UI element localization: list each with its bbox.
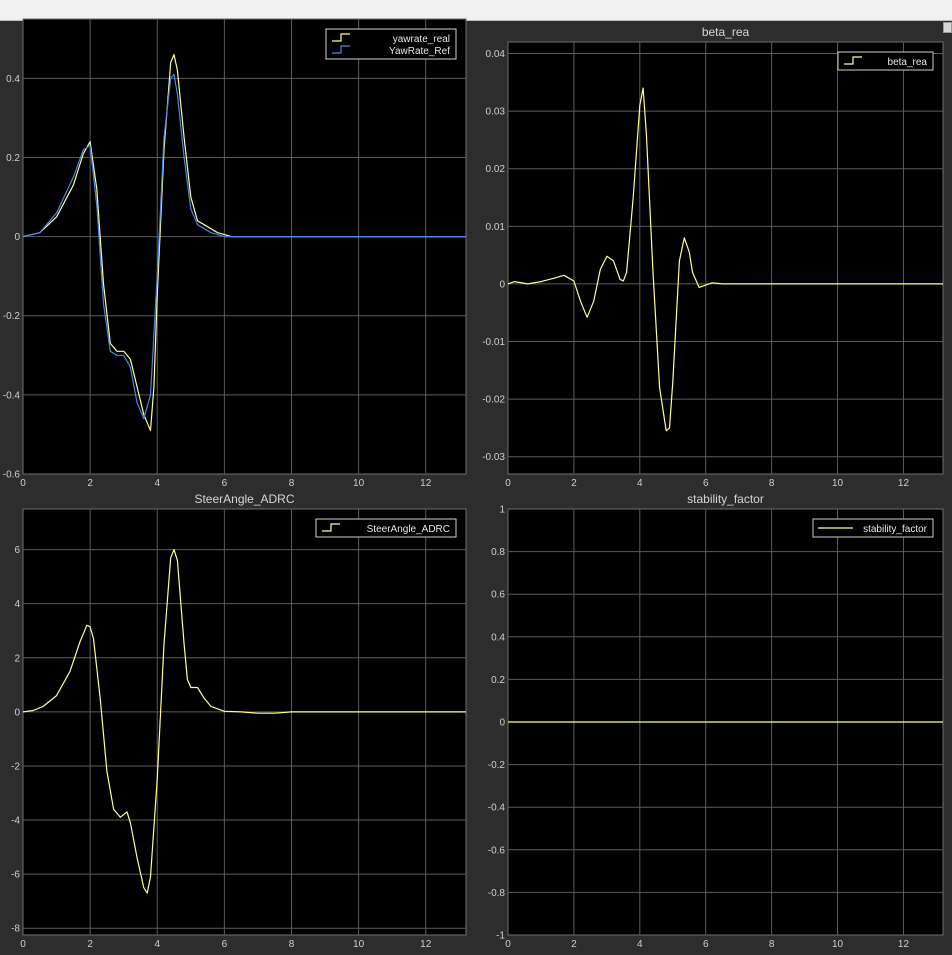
y-tick-label: -0.6	[3, 470, 21, 481]
x-tick-label: 4	[154, 939, 160, 950]
y-tick-label: 0	[499, 279, 505, 290]
scope-figure: 0 2 4 6 8 10 12-0.6-0.4-0.200.20.4yawrate_real…	[3, 18, 944, 950]
x-tick-label: 8	[769, 478, 775, 489]
y-tick-label: -0.4	[3, 390, 21, 401]
y-tick-label: -1	[496, 931, 505, 942]
x-tick-label: 0	[505, 478, 511, 489]
y-tick-label: 0.01	[486, 222, 506, 233]
x-tick-label: 4	[637, 939, 643, 950]
y-tick-label: -0.01	[482, 337, 505, 348]
y-tick-label: -0.8	[488, 888, 506, 899]
legend-label: SteerAngle_ADRC	[367, 524, 450, 535]
y-tick-label: 2	[14, 653, 20, 664]
y-tick-label: 0.4	[491, 632, 505, 643]
y-tick-label: -0.03	[482, 452, 505, 463]
y-tick-label: 0	[14, 707, 20, 718]
x-tick-label: 6	[703, 939, 709, 950]
y-tick-label: -4	[11, 816, 20, 827]
chart-title: SteerAngle_ADRC	[194, 492, 294, 506]
legend-label: YawRate_Ref	[389, 46, 450, 57]
y-tick-label: -0.02	[482, 395, 505, 406]
x-tick-label: 0	[505, 939, 511, 950]
x-tick-label: 12	[420, 939, 432, 950]
x-tick-label: 4	[637, 478, 643, 489]
x-tick-label: 10	[353, 939, 365, 950]
x-tick-label: 0	[20, 478, 26, 489]
x-tick-label: 6	[703, 478, 709, 489]
y-tick-label: 0	[14, 232, 20, 243]
y-tick-label: -0.2	[488, 760, 506, 771]
panel-beta-rea: 0 2 4 6 8 10 12 -0.03 -0.02 -0.01 0 0.01 0.02 0.03 0.0…	[482, 25, 944, 489]
y-tick-label: -6	[11, 870, 20, 881]
panel-yawrate: 0 2 4 6 8 10 12 -0.6 -0.4 -0.2 0 0.2 0.4 yawrate_real…	[3, 18, 467, 489]
panel-stability-factor: 0 2 4 6 8 10 12 -1 -0.8 -0.6 -0.4 -0.2 0 0.2 0.4 0.6 0.8…	[488, 492, 944, 950]
axes-area	[507, 41, 944, 475]
axes-area	[22, 508, 467, 936]
y-tick-label: -0.2	[3, 311, 21, 322]
x-tick-label: 8	[289, 478, 295, 489]
x-tick-label: 2	[87, 939, 93, 950]
x-tick-label: 10	[353, 478, 365, 489]
x-tick-label: 2	[87, 478, 93, 489]
axes-area	[22, 18, 467, 475]
legend-label: beta_rea	[888, 57, 928, 68]
x-tick-label: 12	[420, 478, 432, 489]
x-tick-label: 4	[154, 478, 160, 489]
chart-title: stability_factor	[687, 492, 764, 506]
y-tick-label: 0.03	[486, 107, 506, 118]
y-tick-label: 6	[14, 545, 20, 556]
x-tick-label: 2	[571, 939, 577, 950]
legend-label: yawrate_real	[393, 34, 450, 45]
x-tick-label: 0	[20, 939, 26, 950]
x-tick-label: 8	[769, 939, 775, 950]
y-tick-label: 1	[499, 505, 505, 516]
legend-label: stability_factor	[863, 524, 928, 535]
x-tick-label: 2	[571, 478, 577, 489]
x-tick-label: 12	[898, 939, 910, 950]
x-tick-label: 10	[832, 939, 844, 950]
y-tick-label: 0.02	[486, 164, 506, 175]
y-tick-label: 0	[499, 718, 505, 729]
x-tick-label: 10	[832, 478, 844, 489]
y-tick-label: -0.4	[488, 803, 506, 814]
y-tick-label: 0.2	[6, 153, 20, 164]
y-tick-label: 4	[14, 599, 20, 610]
y-tick-label: 0.04	[486, 49, 506, 60]
y-tick-label: 0.6	[491, 590, 505, 601]
x-tick-label: 6	[222, 939, 228, 950]
x-tick-label: 8	[289, 939, 295, 950]
y-tick-label: 0.8	[491, 547, 505, 558]
x-tick-label: 6	[222, 478, 228, 489]
y-tick-label: -2	[11, 761, 20, 772]
panel-steerangle-adrc: 0 2 4 6 8 10 12 -8 -6 -4 -2 0 2 4 6 SteerAngle_ADRC Stee…	[11, 492, 467, 950]
y-tick-label: 0.2	[491, 675, 505, 686]
chart-title: beta_rea	[702, 25, 750, 39]
x-tick-label: 12	[898, 478, 910, 489]
y-tick-label: -8	[11, 924, 20, 935]
y-tick-label: 0.4	[6, 74, 20, 85]
y-tick-label: -0.6	[488, 845, 506, 856]
